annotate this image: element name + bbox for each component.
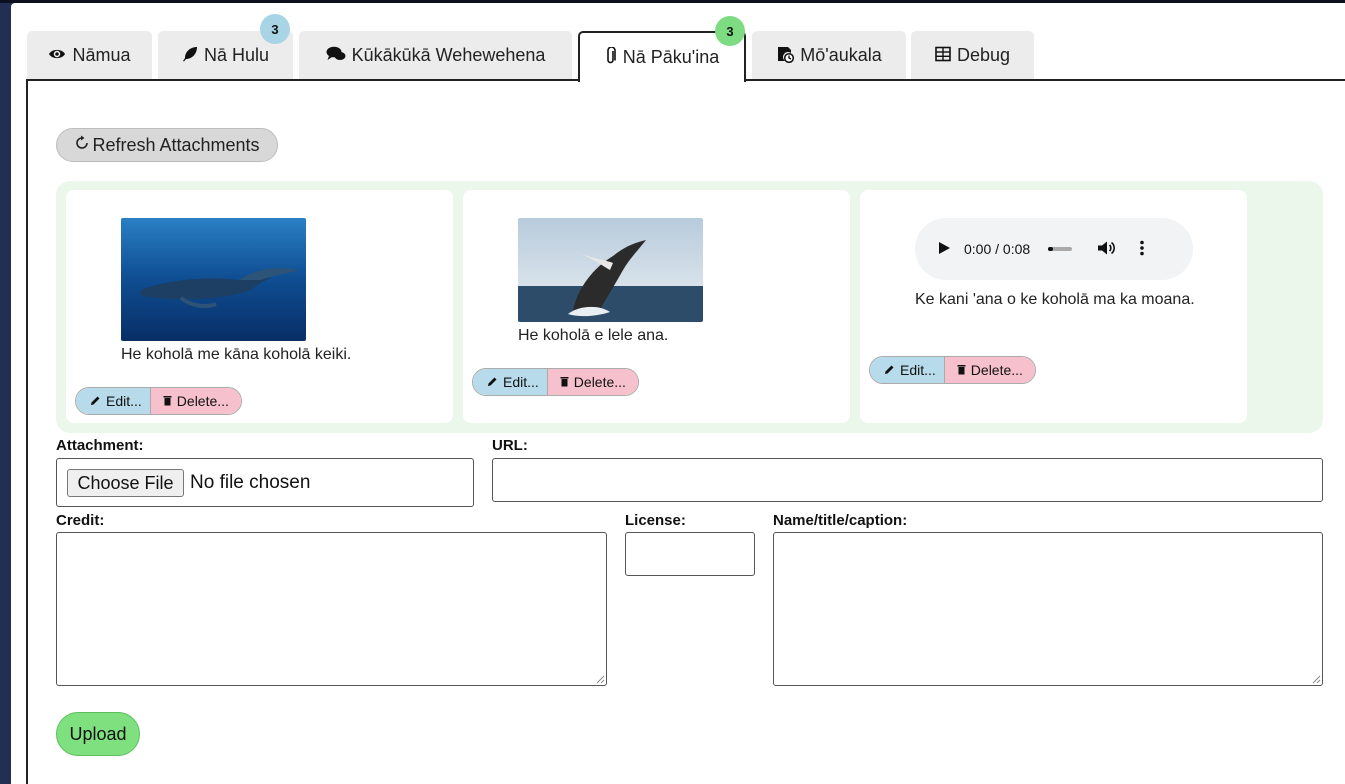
attachment-caption: Ke kani 'ana o ke koholā ma ka moana.: [915, 291, 1195, 308]
more-options-icon[interactable]: [1140, 240, 1144, 259]
trash-icon: [957, 362, 966, 378]
refresh-attachments-button[interactable]: Refresh Attachments: [56, 128, 278, 162]
delete-button[interactable]: Delete...: [149, 388, 241, 414]
tab-label: Nāmua: [72, 45, 131, 65]
tab-label: Mō'aukala: [800, 45, 882, 65]
attachment-caption: He koholā e lele ana.: [518, 327, 669, 344]
whale-calf-image[interactable]: [121, 218, 306, 341]
tab-na-pakuina[interactable]: 3 Nā Pāku'ina: [578, 16, 746, 82]
delete-label: Delete...: [573, 374, 626, 390]
edit-label: Edit...: [900, 362, 936, 378]
attachment-caption: He koholā me kāna koholā keiki.: [121, 346, 352, 363]
play-icon[interactable]: [939, 241, 950, 257]
edit-button[interactable]: Edit...: [76, 388, 150, 414]
audio-time: 0:00 / 0:08: [964, 241, 1031, 257]
tab-namua[interactable]: Nāmua: [27, 31, 152, 80]
tab-debug[interactable]: Debug: [911, 31, 1034, 80]
trash-icon: [163, 393, 172, 409]
tab-label: Debug: [956, 45, 1011, 65]
history-icon: [776, 45, 795, 67]
edit-button[interactable]: Edit...: [870, 357, 944, 383]
refresh-label: Refresh Attachments: [92, 134, 260, 155]
tab-badge: 3: [715, 16, 745, 46]
pencil-icon: [487, 374, 498, 390]
tab-moaukala[interactable]: Mō'aukala: [752, 31, 906, 80]
edit-label: Edit...: [503, 374, 539, 390]
edit-button[interactable]: Edit...: [473, 369, 547, 395]
delete-button[interactable]: Delete...: [546, 369, 638, 395]
eye-icon: [48, 47, 66, 65]
refresh-icon: [74, 135, 90, 156]
edit-label: Edit...: [106, 393, 142, 409]
file-status-text: No file chosen: [190, 472, 311, 493]
license-label: License:: [625, 512, 686, 529]
volume-icon[interactable]: [1098, 241, 1116, 258]
resize-grip-icon[interactable]: [595, 674, 605, 684]
tab-na-hulu[interactable]: 3 Nā Hulu: [158, 14, 293, 80]
attachment-actions: Edit... Delete...: [75, 387, 242, 415]
tab-kukakuka-wehewehena[interactable]: Kūkākūkā Wehewehena: [299, 31, 572, 80]
trash-icon: [560, 374, 569, 390]
attachment-actions: Edit... Delete...: [472, 368, 639, 396]
resize-grip-icon[interactable]: [1311, 674, 1321, 684]
tab-label: Nā Pāku'ina: [622, 47, 720, 67]
pencil-icon: [884, 362, 895, 378]
upload-button[interactable]: Upload: [56, 712, 140, 756]
table-icon: [935, 46, 951, 66]
delete-label: Delete...: [970, 362, 1023, 378]
tab-label: Kūkākūkā Wehewehena: [351, 45, 546, 65]
delete-label: Delete...: [176, 393, 229, 409]
credit-textarea[interactable]: [56, 532, 607, 686]
attachment-label: Attachment:: [56, 437, 144, 454]
tab-label: Nā Hulu: [203, 45, 270, 65]
feather-icon: [182, 46, 198, 66]
delete-button[interactable]: Delete...: [943, 357, 1035, 383]
chat-icon: [326, 46, 346, 66]
credit-label: Credit:: [56, 512, 105, 529]
audio-progress-slider[interactable]: [1048, 247, 1073, 251]
audio-player: 0:00 / 0:08: [915, 218, 1193, 280]
choose-file-button[interactable]: Choose File: [67, 469, 184, 497]
url-input[interactable]: [492, 458, 1323, 502]
caption-label: Name/title/caption:: [773, 512, 908, 529]
pencil-icon: [90, 393, 101, 409]
caption-textarea[interactable]: [773, 532, 1323, 686]
paperclip-icon: [605, 45, 617, 69]
tab-badge: 3: [260, 14, 290, 44]
attachment-actions: Edit... Delete...: [869, 356, 1036, 384]
url-label: URL:: [492, 437, 528, 454]
breaching-whale-image[interactable]: [518, 218, 703, 322]
license-input[interactable]: [625, 532, 755, 576]
